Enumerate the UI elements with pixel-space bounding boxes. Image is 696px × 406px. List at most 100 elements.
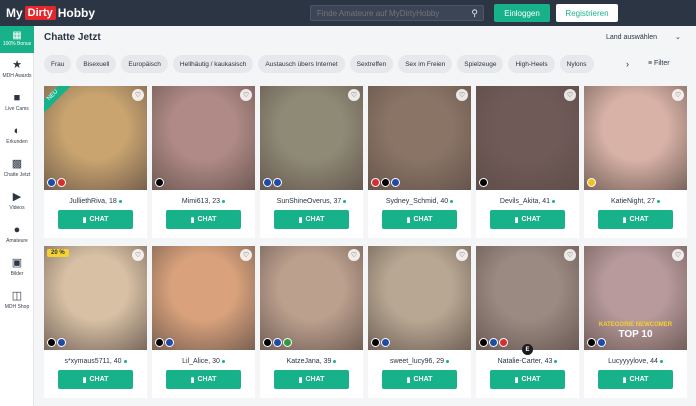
profile-card[interactable]: ♡ SunShineOverus, 37 ▮ CHAT (260, 86, 363, 238)
profile-name-row[interactable]: s*xymaus5711, 40 (44, 358, 147, 365)
profile-name-row[interactable]: KatzeJana, 39 (260, 358, 363, 365)
profile-name-row[interactable]: Lil_Alice, 30 (152, 358, 255, 365)
flag-list (155, 338, 174, 347)
flag-list (371, 338, 390, 347)
profile-photo[interactable]: ♡ (260, 246, 363, 350)
profile-card[interactable]: ♡ Mimi613, 23 ▮ CHAT (152, 86, 255, 238)
profile-photo[interactable]: ♡ (476, 246, 579, 350)
profile-name-row[interactable]: SunShineOverus, 37 (260, 198, 363, 205)
heart-icon[interactable]: ♡ (240, 249, 252, 261)
register-button[interactable]: Registrieren (556, 4, 618, 22)
filter-chip[interactable]: Austausch übers Internet (258, 55, 345, 73)
chat-button[interactable]: ▮ CHAT (58, 210, 133, 229)
flag-list (479, 338, 508, 347)
chat-button[interactable]: ▮ CHAT (382, 210, 457, 229)
sidebar-item-videos[interactable]: ▶ Videos (0, 185, 34, 218)
profile-name-row[interactable]: KatieNight, 27 (584, 198, 687, 205)
country-select[interactable]: Land auswählen ⌄ (606, 33, 681, 41)
chevron-right-icon[interactable]: › (626, 59, 629, 69)
profile-card[interactable]: ♡ KatzeJana, 39 ▮ CHAT (260, 246, 363, 398)
bonus-item[interactable]: ▦ 100% Bonus (0, 26, 34, 53)
flag-icon (391, 178, 400, 187)
filter-chip[interactable]: High-Heels (508, 55, 555, 73)
filter-chip[interactable]: Hellhäutig / kaukasisch (172, 55, 254, 73)
profile-photo[interactable]: ♡ (260, 86, 363, 190)
profile-photo[interactable]: KATEGORIE NEWCOMER TOP 10 ♡ (584, 246, 687, 350)
filter-chip[interactable]: Frau (44, 55, 72, 73)
heart-icon[interactable]: ♡ (348, 249, 360, 261)
site-logo[interactable]: My Dirty Hobby (6, 6, 95, 20)
profile-name-row[interactable]: Devils_Akita, 41 (476, 198, 579, 205)
sidebar-item-chat[interactable]: ▩ Chatte Jetzt (0, 152, 34, 185)
filter-chip[interactable]: Spielzeuge (457, 55, 504, 73)
chat-button[interactable]: ▮ CHAT (382, 370, 457, 389)
chat-button[interactable]: ▮ CHAT (166, 370, 241, 389)
login-button[interactable]: Einloggen (494, 4, 550, 22)
search-icon[interactable]: ⚲ (471, 8, 478, 19)
search-input[interactable] (317, 8, 467, 18)
sidebar-item-amateurs[interactable]: ● Amateure (0, 218, 34, 251)
chat-button[interactable]: ▮ CHAT (490, 370, 565, 389)
profile-card[interactable]: ♡ Sydney_Schmid, 40 ▮ CHAT (368, 86, 471, 238)
profile-card[interactable]: KATEGORIE NEWCOMER TOP 10 ♡ Lucyyyylove, 44… (584, 246, 687, 398)
flag-icon (479, 178, 488, 187)
chat-button[interactable]: ▮ CHAT (274, 370, 349, 389)
profile-name-row[interactable]: Mimi613, 23 (152, 198, 255, 205)
sidebar-item-shop[interactable]: ◫ MDH Shop (0, 284, 34, 317)
sidebar-item-label: Live Cams (5, 106, 29, 112)
heart-icon[interactable]: ♡ (132, 249, 144, 261)
chat-button[interactable]: ▮ CHAT (598, 370, 673, 389)
heart-icon[interactable]: ♡ (456, 89, 468, 101)
profile-card[interactable]: ♡ Lil_Alice, 30 ▮ CHAT (152, 246, 255, 398)
flag-icon (499, 338, 508, 347)
profile-name-row[interactable]: Lucyyyylove, 44 (584, 358, 687, 365)
filter-chip[interactable]: Bisexuell (76, 55, 117, 73)
profile-photo[interactable]: ♡ (152, 86, 255, 190)
sidebar-item-awards[interactable]: ★ MDH Awards (0, 53, 34, 86)
profile-name-row[interactable]: JulliethRiva, 18 (44, 198, 147, 205)
heart-icon[interactable]: ♡ (672, 249, 684, 261)
sidebar-item-images[interactable]: ▣ Bilder (0, 251, 34, 284)
profile-photo[interactable]: ♡ (152, 246, 255, 350)
profile-card[interactable]: NEU ♡ JulliethRiva, 18 ▮ CHAT (44, 86, 147, 238)
profile-photo[interactable]: ♡ (368, 246, 471, 350)
chat-button[interactable]: ▮ CHAT (598, 210, 673, 229)
heart-icon[interactable]: ♡ (564, 249, 576, 261)
chat-button[interactable]: ▮ CHAT (274, 210, 349, 229)
heart-icon[interactable]: ♡ (132, 89, 144, 101)
chat-button[interactable]: ▮ CHAT (166, 210, 241, 229)
filter-chip[interactable]: Sextreffen (349, 55, 394, 73)
sidebar-item-live-cams[interactable]: ■ Live Cams (0, 86, 34, 119)
filter-chip[interactable]: Sex im Freien (398, 55, 453, 73)
heart-icon[interactable]: ♡ (564, 89, 576, 101)
profile-name-row[interactable]: Sydney_Schmid, 40 (368, 198, 471, 205)
heart-icon[interactable]: ♡ (240, 89, 252, 101)
heart-icon[interactable]: ♡ (348, 89, 360, 101)
profile-card[interactable]: ♡ E Natalie-Carter, 43 ▮ CHAT (476, 246, 579, 398)
chat-button[interactable]: ▮ CHAT (490, 210, 565, 229)
flag-icon (263, 178, 272, 187)
profile-name-row[interactable]: Natalie-Carter, 43 (476, 358, 579, 365)
profile-photo[interactable]: ♡ (476, 86, 579, 190)
profile-name-row[interactable]: sweet_lucy96, 29 (368, 358, 471, 365)
profile-card[interactable]: 20 % ♡ s*xymaus5711, 40 ▮ CHAT (44, 246, 147, 398)
profile-photo[interactable]: NEU ♡ (44, 86, 147, 190)
heart-icon[interactable]: ♡ (456, 249, 468, 261)
chat-button[interactable]: ▮ CHAT (58, 370, 133, 389)
profile-card[interactable]: ♡ Devils_Akita, 41 ▮ CHAT (476, 86, 579, 238)
profile-card[interactable]: ♡ sweet_lucy96, 29 ▮ CHAT (368, 246, 471, 398)
profile-name: Natalie-Carter, 43 (497, 358, 553, 365)
profile-photo[interactable]: ♡ (584, 86, 687, 190)
sidebar-item-label: MDH Awards (2, 73, 32, 79)
sidebar-item-explore[interactable]: ◐ Erkunden (0, 119, 34, 152)
online-dot-icon (450, 199, 454, 203)
shop-icon: ◫ (11, 290, 23, 302)
filter-button[interactable]: ≡ Filter (648, 60, 670, 67)
profile-card[interactable]: ♡ KatieNight, 27 ▮ CHAT (584, 86, 687, 238)
sidebar-item-label: MDH Shop (4, 304, 30, 310)
profile-photo[interactable]: 20 % ♡ (44, 246, 147, 350)
filter-chip[interactable]: Nylons (559, 55, 594, 73)
profile-photo[interactable]: ♡ (368, 86, 471, 190)
filter-chip[interactable]: Europäisch (121, 55, 168, 73)
heart-icon[interactable]: ♡ (672, 89, 684, 101)
